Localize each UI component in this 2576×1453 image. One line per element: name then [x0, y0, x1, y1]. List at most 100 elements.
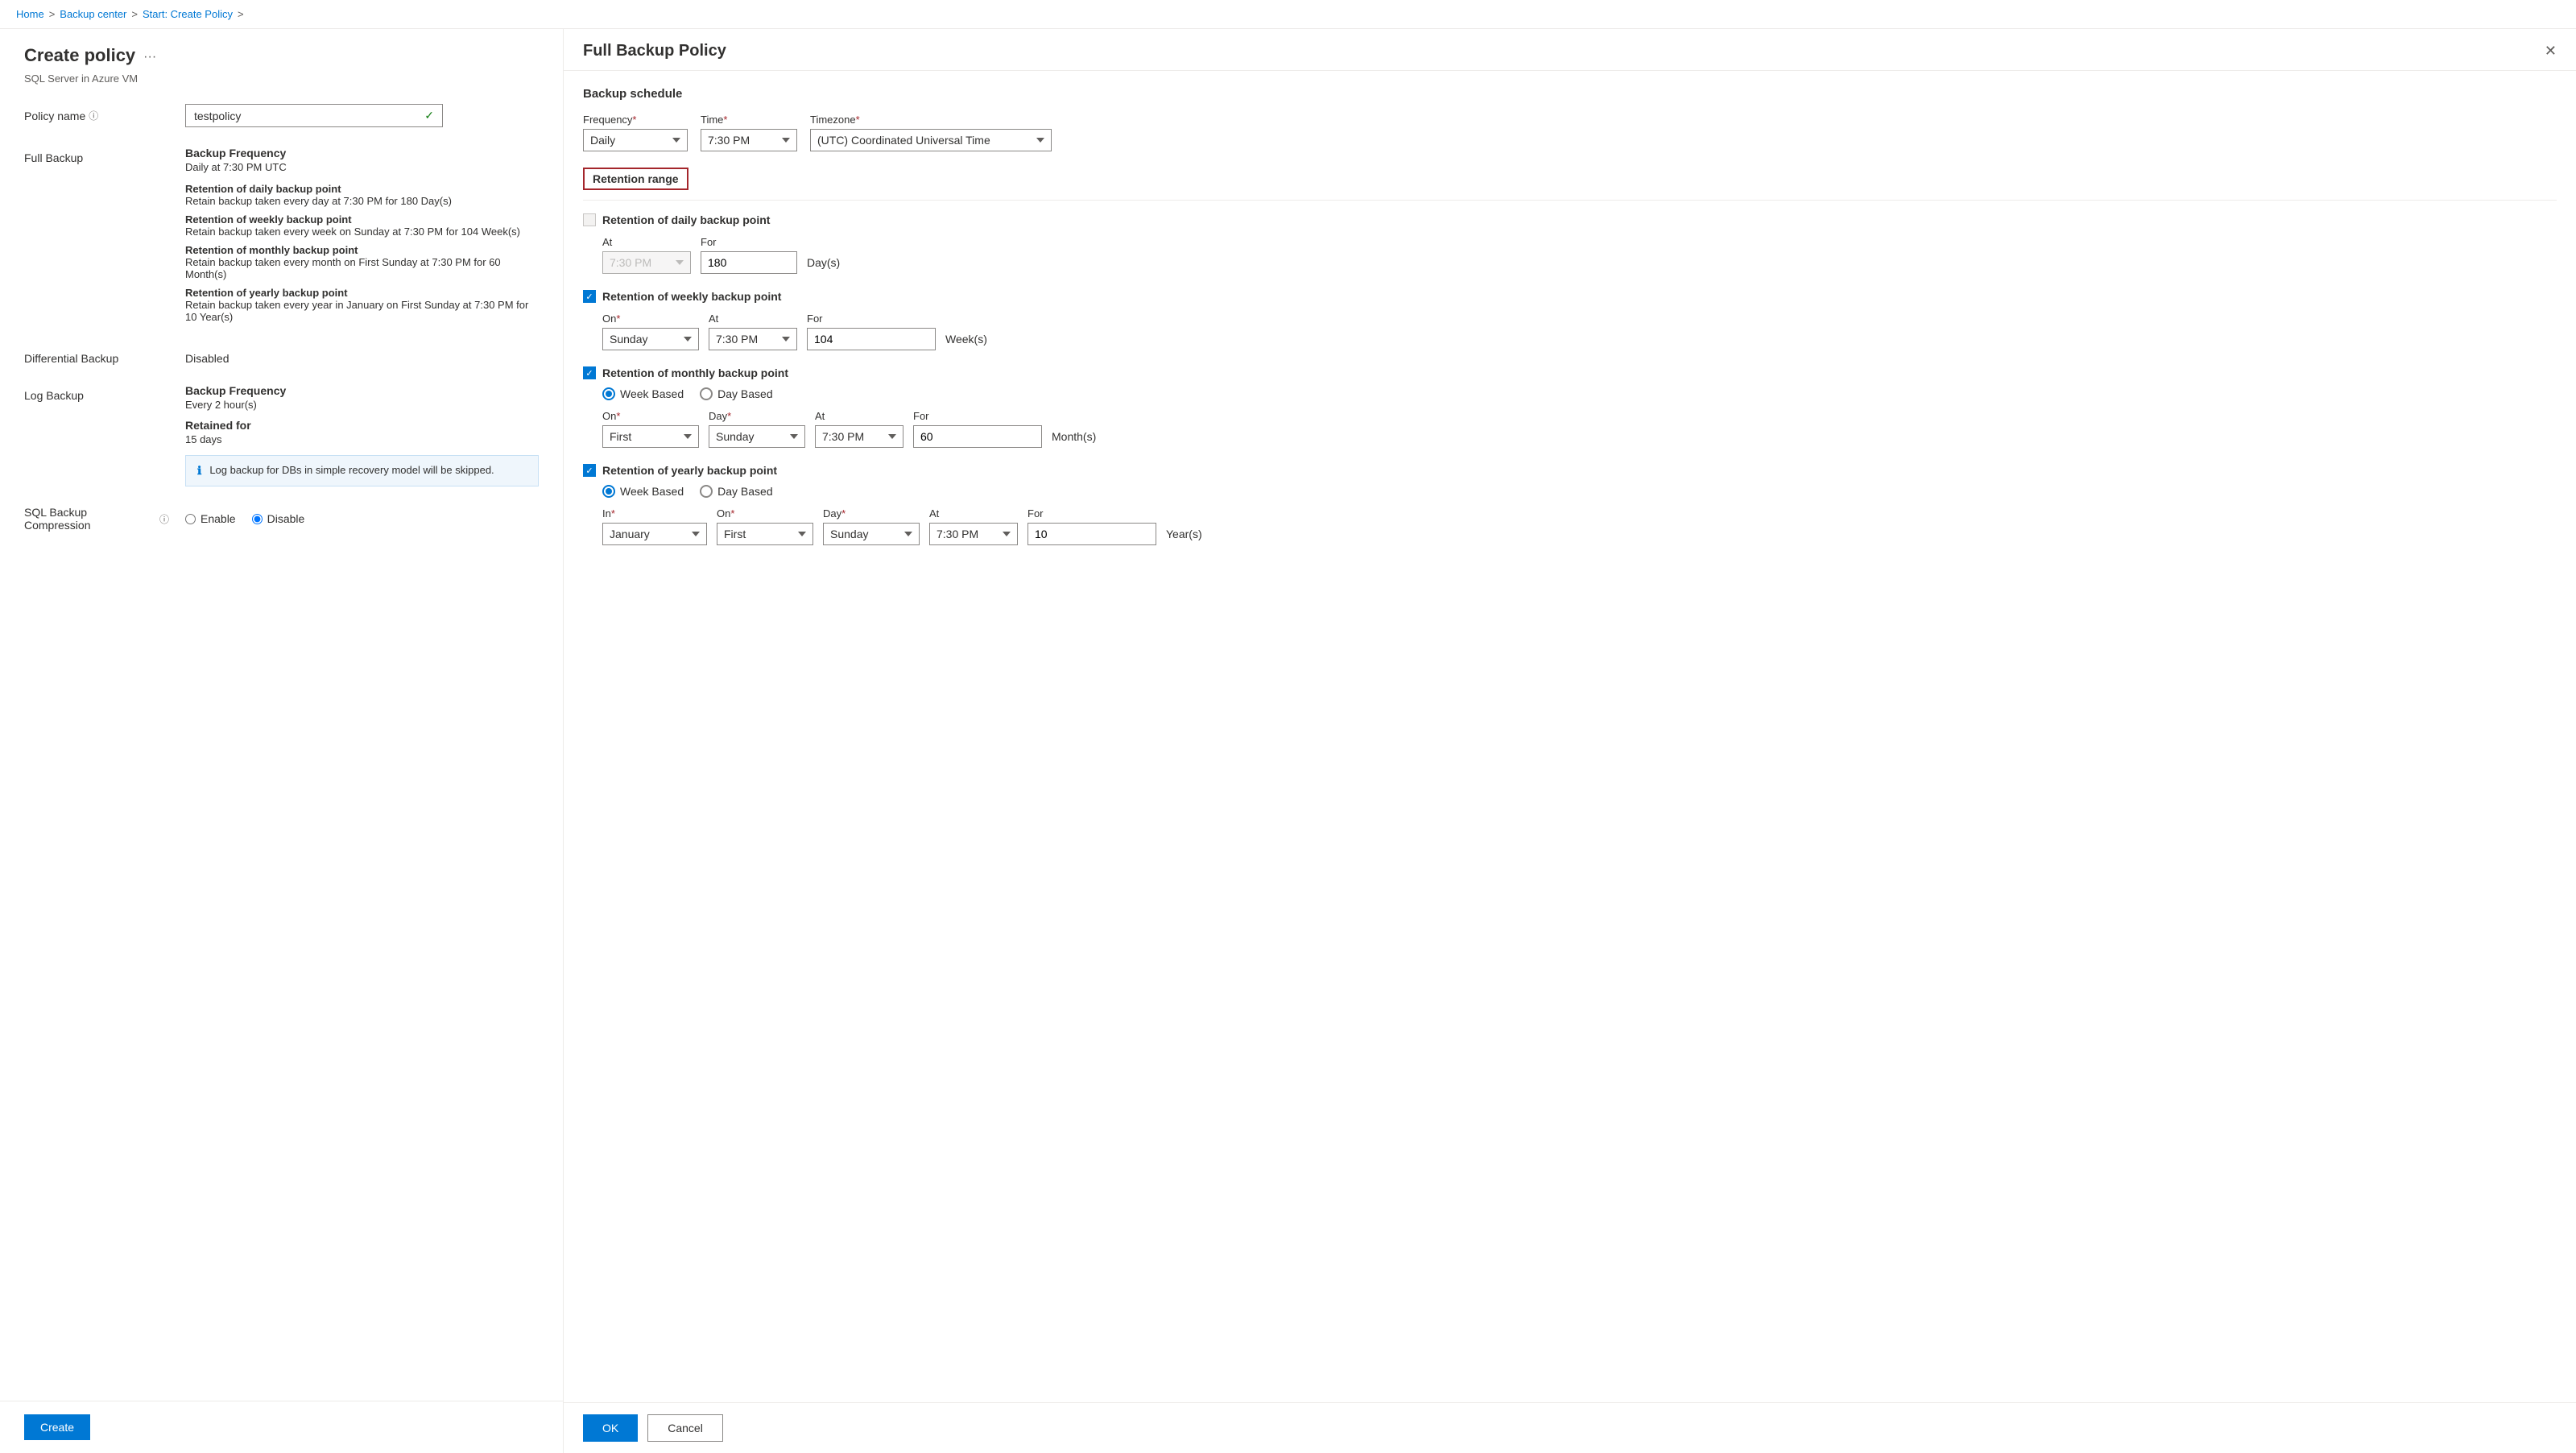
- yearly-on-label: On*: [717, 507, 813, 520]
- breadcrumb-start[interactable]: Start: Create Policy: [143, 8, 233, 20]
- sql-compression-label: SQL Backup Compression ⓘ: [24, 506, 169, 532]
- yearly-in-label: In*: [602, 507, 707, 520]
- sql-compression-enable[interactable]: Enable: [185, 512, 236, 525]
- breadcrumb-home[interactable]: Home: [16, 8, 44, 20]
- timezone-label: Timezone*: [810, 114, 1052, 126]
- timezone-required: *: [856, 114, 860, 126]
- info-icon: ℹ: [197, 464, 201, 478]
- log-backup-freq-label: Backup Frequency: [185, 384, 539, 397]
- breadcrumb-sep3: >: [238, 8, 244, 20]
- monthly-on-label: On*: [602, 410, 699, 422]
- daily-retention-checkbox[interactable]: [583, 213, 596, 226]
- log-backup-info-box: ℹ Log backup for DBs in simple recovery …: [185, 455, 539, 486]
- timezone-select[interactable]: (UTC) Coordinated Universal Time: [810, 129, 1052, 151]
- daily-at-select[interactable]: 7:30 PM: [602, 251, 691, 274]
- monthly-on-select[interactable]: First: [602, 425, 699, 448]
- yearly-unit-label: Year(s): [1166, 528, 1202, 545]
- retention-yearly-title: Retention of yearly backup point: [185, 287, 539, 299]
- monthly-day-select[interactable]: Sunday: [709, 425, 805, 448]
- yearly-on-select[interactable]: First: [717, 523, 813, 545]
- monthly-week-based-radio[interactable]: Week Based: [602, 387, 684, 400]
- monthly-retention-section: ✓ Retention of monthly backup point Week…: [583, 366, 2557, 448]
- yearly-in-select[interactable]: January: [602, 523, 707, 545]
- daily-at-label: At: [602, 236, 691, 248]
- monthly-for-label: For: [913, 410, 1042, 422]
- yearly-retention-checkbox[interactable]: ✓: [583, 464, 596, 477]
- sql-compression-disable[interactable]: Disable: [252, 512, 305, 525]
- time-label: Time*: [701, 114, 797, 126]
- daily-retention-section: Retention of daily backup point At 7:30 …: [583, 213, 2557, 274]
- yearly-retention-section: ✓ Retention of yearly backup point Week …: [583, 464, 2557, 545]
- weekly-retention-checkbox[interactable]: ✓: [583, 290, 596, 303]
- yearly-day-based-radio[interactable]: Day Based: [700, 485, 772, 498]
- weekly-unit-label: Week(s): [945, 333, 987, 350]
- monthly-day-based-radio[interactable]: Day Based: [700, 387, 772, 400]
- yearly-at-select[interactable]: 7:30 PM: [929, 523, 1018, 545]
- time-required: *: [723, 114, 727, 126]
- frequency-select[interactable]: Daily: [583, 129, 688, 151]
- weekly-retention-section: ✓ Retention of weekly backup point On* S…: [583, 290, 2557, 350]
- weekly-at-select[interactable]: 7:30 PM: [709, 328, 797, 350]
- yearly-day-select[interactable]: Sunday: [823, 523, 920, 545]
- ok-button[interactable]: OK: [583, 1414, 638, 1442]
- yearly-at-label: At: [929, 507, 1018, 520]
- log-backup-label: Log Backup: [24, 384, 169, 402]
- monthly-for-input[interactable]: [913, 425, 1042, 448]
- daily-for-input[interactable]: [701, 251, 797, 274]
- yearly-day-label: Day*: [823, 507, 920, 520]
- retention-weekly-desc: Retain backup taken every week on Sunday…: [185, 226, 539, 238]
- time-field-group: Time* 7:30 PM: [701, 114, 797, 151]
- weekly-for-input[interactable]: [807, 328, 936, 350]
- retention-yearly-desc: Retain backup taken every year in Januar…: [185, 299, 539, 323]
- yearly-retention-label: Retention of yearly backup point: [602, 464, 777, 477]
- policy-name-input[interactable]: testpolicy ✓: [185, 104, 443, 127]
- retention-daily-title: Retention of daily backup point: [185, 183, 539, 195]
- full-backup-details: Backup Frequency Daily at 7:30 PM UTC Re…: [185, 147, 539, 329]
- policy-name-label: Policy name ⓘ: [24, 104, 169, 122]
- timezone-field-group: Timezone* (UTC) Coordinated Universal Ti…: [810, 114, 1052, 151]
- yearly-week-based-radio[interactable]: Week Based: [602, 485, 684, 498]
- breadcrumb-backup-center[interactable]: Backup center: [60, 8, 126, 20]
- policy-name-info-icon[interactable]: ⓘ: [89, 109, 98, 122]
- daily-unit-label: Day(s): [807, 256, 840, 274]
- frequency-label: Frequency*: [583, 114, 688, 126]
- full-backup-freq-label: Backup Frequency: [185, 147, 539, 159]
- retention-monthly-title: Retention of monthly backup point: [185, 244, 539, 256]
- differential-backup-label: Differential Backup: [24, 349, 169, 365]
- breadcrumb-sep2: >: [131, 8, 138, 20]
- sql-compression-disable-radio[interactable]: [252, 514, 263, 524]
- log-backup-details: Backup Frequency Every 2 hour(s) Retaine…: [185, 384, 539, 486]
- weekly-on-label: On*: [602, 313, 699, 325]
- create-button[interactable]: Create: [24, 1414, 90, 1440]
- daily-retention-label: Retention of daily backup point: [602, 213, 770, 226]
- yearly-for-label: For: [1028, 507, 1156, 520]
- weekly-on-select[interactable]: Sunday: [602, 328, 699, 350]
- retention-weekly-title: Retention of weekly backup point: [185, 213, 539, 226]
- sql-compression-info-icon[interactable]: ⓘ: [159, 512, 169, 526]
- monthly-at-label: At: [815, 410, 903, 422]
- close-button[interactable]: ✕: [2545, 43, 2557, 60]
- monthly-retention-label: Retention of monthly backup point: [602, 366, 788, 379]
- time-select[interactable]: 7:30 PM: [701, 129, 797, 151]
- differential-backup-value: Disabled: [185, 349, 229, 365]
- retention-monthly-desc: Retain backup taken every month on First…: [185, 256, 539, 280]
- more-options-icon[interactable]: ···: [143, 50, 156, 64]
- cancel-button[interactable]: Cancel: [647, 1414, 723, 1442]
- yearly-for-input[interactable]: [1028, 523, 1156, 545]
- log-backup-freq-value: Every 2 hour(s): [185, 399, 539, 411]
- full-backup-label: Full Backup: [24, 147, 169, 164]
- weekly-retention-label: Retention of weekly backup point: [602, 290, 781, 303]
- breadcrumb-sep1: >: [49, 8, 56, 20]
- backup-schedule-heading: Backup schedule: [583, 87, 2557, 101]
- weekly-at-label: At: [709, 313, 797, 325]
- daily-for-label: For: [701, 236, 797, 248]
- retention-daily-desc: Retain backup taken every day at 7:30 PM…: [185, 195, 539, 207]
- monthly-at-select[interactable]: 7:30 PM: [815, 425, 903, 448]
- retention-range-label: Retention range: [583, 168, 688, 190]
- frequency-required: *: [632, 114, 636, 126]
- frequency-field-group: Frequency* Daily: [583, 114, 688, 151]
- monthly-retention-checkbox[interactable]: ✓: [583, 366, 596, 379]
- monthly-unit-label: Month(s): [1052, 430, 1096, 448]
- weekly-for-label: For: [807, 313, 936, 325]
- sql-compression-enable-radio[interactable]: [185, 514, 196, 524]
